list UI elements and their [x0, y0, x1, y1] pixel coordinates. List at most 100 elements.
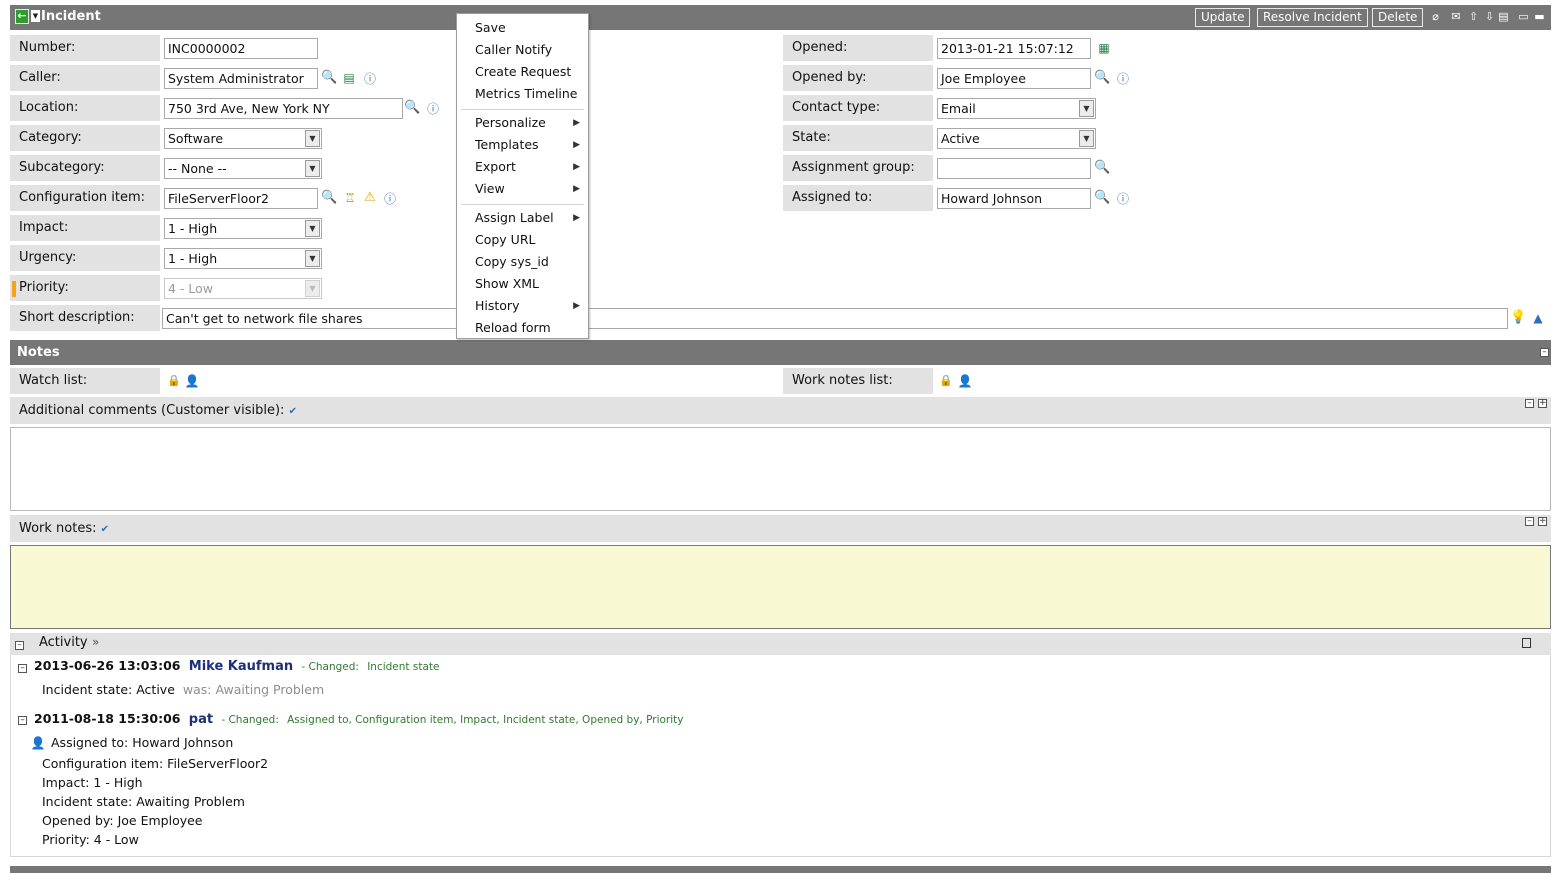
form-header: ← ▼ Incident Update Resolve Incident Del… — [10, 5, 1551, 30]
assigned-to-reference-icon[interactable]: ⓘ — [1115, 191, 1131, 207]
email-icon[interactable]: ✉ — [1449, 10, 1463, 23]
work-notes-shrink-icon[interactable]: – — [1525, 517, 1534, 526]
entry-user[interactable]: Mike Kaufman — [189, 659, 293, 674]
number-field[interactable]: INC0000002 — [164, 38, 318, 59]
warning-icon[interactable]: ⚠ — [362, 190, 378, 206]
entry-user[interactable]: pat — [189, 712, 213, 727]
menu-item-label: Caller Notify — [475, 42, 553, 57]
calendar-icon[interactable]: ▦ — [1096, 40, 1112, 56]
arrow-up-icon[interactable]: ⇧ — [1468, 10, 1479, 23]
caller-reference-icon[interactable]: ⓘ — [362, 71, 378, 87]
state-select[interactable]: Active ▼ — [937, 128, 1096, 149]
urgency-value: 1 - High — [168, 251, 218, 266]
urgency-select[interactable]: 1 - High ▼ — [164, 248, 322, 269]
entry-collapse-icon[interactable]: – — [18, 716, 27, 725]
submenu-arrow-icon: ▶ — [573, 301, 580, 311]
category-label: Category: — [10, 125, 160, 151]
opened-by-reference-icon[interactable]: ⓘ — [1115, 71, 1131, 87]
entry-collapse-icon[interactable]: – — [18, 664, 27, 673]
menu-item-metrics-timeline[interactable]: Metrics Timeline — [457, 83, 588, 105]
work-notes-list-lock-icon[interactable]: 🔒 — [938, 373, 954, 389]
entry-changed-fields: Incident state — [367, 661, 440, 673]
additional-comments-textarea[interactable] — [10, 427, 1551, 511]
activity-maximize-icon[interactable] — [1522, 638, 1531, 648]
opened-by-field[interactable]: Joe Employee — [937, 68, 1091, 89]
caller-card-icon[interactable]: ▤ — [341, 70, 357, 86]
knowledge-search-icon[interactable]: ▲ — [1530, 310, 1546, 326]
attachment-icon[interactable]: ⌀ — [1430, 10, 1441, 23]
spellcheck-icon[interactable]: ✔ — [289, 406, 297, 417]
context-menu-caret-icon[interactable]: ▼ — [31, 10, 40, 22]
chevron-down-icon: ▼ — [305, 220, 320, 237]
config-item-reference-icon[interactable]: ⓘ — [382, 191, 398, 207]
work-notes-textarea[interactable] — [10, 545, 1551, 629]
menu-item-copy-url[interactable]: Copy URL — [457, 229, 588, 251]
menu-item-export[interactable]: Export ▶ — [457, 156, 588, 178]
notes-section-header: Notes — [10, 340, 1551, 365]
config-item-field[interactable]: FileServerFloor2 — [164, 188, 318, 209]
work-notes-list-person-icon[interactable]: 👤 — [957, 373, 973, 389]
menu-item-view[interactable]: View ▶ — [457, 178, 588, 200]
opened-by-search-icon[interactable]: 🔍 — [1094, 70, 1110, 86]
menu-item-create-request[interactable]: Create Request — [457, 61, 588, 83]
priority-select: 4 - Low ▼ — [164, 278, 322, 299]
location-search-icon[interactable]: 🔍 — [404, 100, 420, 116]
assigned-to-field[interactable]: Howard Johnson — [937, 188, 1091, 209]
caller-search-icon[interactable]: 🔍 — [321, 70, 337, 86]
subcategory-label: Subcategory: — [10, 155, 160, 181]
activity-list: – 2013-06-26 13:03:06 Mike Kaufman - Cha… — [10, 655, 1551, 857]
assignment-group-search-icon[interactable]: 🔍 — [1094, 160, 1110, 176]
opened-field[interactable]: 2013-01-21 15:07:12 — [937, 38, 1091, 59]
subcategory-select[interactable]: -- None -- ▼ — [164, 158, 322, 179]
menu-item-reload-form[interactable]: Reload form — [457, 317, 588, 339]
spellcheck-icon[interactable]: ✔ — [101, 524, 109, 535]
notes-collapse-icon[interactable]: – — [1540, 348, 1549, 357]
watch-list-lock-icon[interactable]: 🔒 — [166, 373, 182, 389]
config-item-search-icon[interactable]: 🔍 — [321, 190, 337, 206]
assignment-group-label: Assignment group: — [783, 155, 933, 181]
additional-comments-header: Additional comments (Customer visible): … — [10, 397, 1551, 424]
impact-select[interactable]: 1 - High ▼ — [164, 218, 322, 239]
assigned-to-search-icon[interactable]: 🔍 — [1094, 190, 1110, 206]
contact-type-select[interactable]: Email ▼ — [937, 98, 1096, 119]
sections-icon[interactable]: ▭ — [1518, 10, 1529, 23]
short-description-field[interactable]: Can't get to network file shares — [162, 308, 1508, 329]
delete-button[interactable]: Delete — [1372, 8, 1424, 27]
arrow-down-icon[interactable]: ⇩ — [1484, 10, 1495, 23]
activity-collapse-icon[interactable]: – — [15, 641, 24, 650]
menu-item-show-xml[interactable]: Show XML — [457, 273, 588, 295]
entry-changed-prefix: - Changed: — [221, 714, 279, 726]
entry-line: Assigned to: Howard Johnson — [51, 735, 234, 750]
opened-by-label: Opened by: — [783, 65, 933, 91]
submenu-arrow-icon: ▶ — [573, 162, 580, 172]
location-reference-icon[interactable]: ⓘ — [425, 101, 441, 117]
activity-header: – Activity » — [10, 633, 1551, 655]
caller-field[interactable]: System Administrator — [164, 68, 318, 89]
assignment-group-field[interactable] — [937, 158, 1091, 179]
back-arrow-icon[interactable]: ← — [15, 9, 29, 24]
category-select[interactable]: Software ▼ — [164, 128, 322, 149]
personalize-form-icon[interactable]: ▤ — [1498, 10, 1509, 23]
comments-shrink-icon[interactable]: – — [1525, 399, 1534, 408]
resolve-incident-button[interactable]: Resolve Incident — [1257, 8, 1368, 27]
comments-expand-icon[interactable]: + — [1538, 399, 1547, 408]
menu-item-assign-label[interactable]: Assign Label ▶ — [457, 207, 588, 229]
lightbulb-icon[interactable]: 💡 — [1510, 310, 1526, 326]
location-field[interactable]: 750 3rd Ave, New York NY — [164, 98, 403, 119]
menu-item-save[interactable]: Save — [457, 17, 588, 39]
entry-line-was: was: Awaiting Problem — [182, 682, 325, 697]
menu-item-copy-sys-id[interactable]: Copy sys_id — [457, 251, 588, 273]
menu-item-personalize[interactable]: Personalize ▶ — [457, 112, 588, 134]
menu-item-history[interactable]: History ▶ — [457, 295, 588, 317]
menu-item-templates[interactable]: Templates ▶ — [457, 134, 588, 156]
submenu-arrow-icon: ▶ — [573, 118, 580, 128]
update-button[interactable]: Update — [1195, 8, 1251, 27]
watch-list-person-icon[interactable]: 👤 — [184, 373, 200, 389]
entry-line: Incident state: Active was: Awaiting Pro… — [42, 682, 324, 697]
collapse-icon[interactable]: ▬ — [1534, 10, 1545, 23]
work-notes-expand-icon[interactable]: + — [1538, 517, 1547, 526]
menu-item-label: Templates — [475, 137, 539, 152]
activity-filter-icon[interactable]: » — [92, 635, 99, 649]
dependency-tree-icon[interactable]: ♖ — [342, 190, 358, 206]
menu-item-caller-notify[interactable]: Caller Notify — [457, 39, 588, 61]
